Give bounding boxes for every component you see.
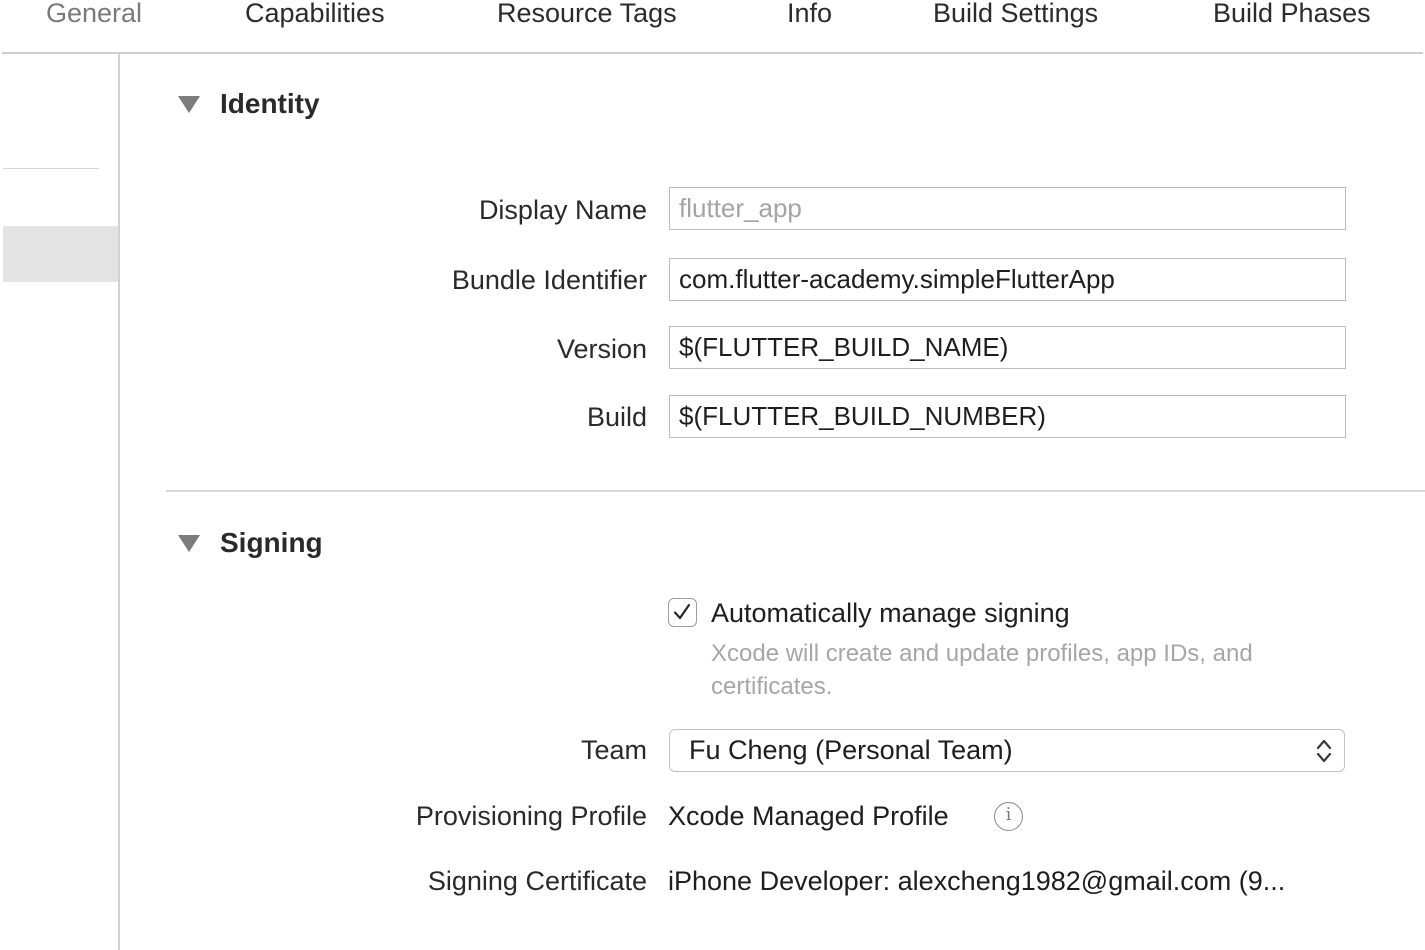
info-circle-icon[interactable]: i [994,802,1023,831]
build-label: Build [586,402,647,432]
disclosure-triangle-down-icon[interactable] [178,95,200,113]
team-popup[interactable]: Fu Cheng (Personal Team) [669,729,1345,772]
tab-build-settings[interactable]: Build Settings [933,0,1098,29]
identity-section-header[interactable]: Identity [178,88,320,120]
provisioning-profile-label: Provisioning Profile [415,801,647,831]
signing-certificate-label: Signing Certificate [427,866,647,896]
signing-certificate-value: iPhone Developer: alexcheng1982@gmail.co… [668,866,1286,896]
chevron-up-down-icon [1316,739,1332,763]
tab-capabilities[interactable]: Capabilities [245,0,385,29]
identity-title: Identity [220,88,320,119]
build-field[interactable] [669,395,1346,438]
bundle-identifier-label: Bundle Identifier [451,265,647,295]
display-name-field[interactable] [669,187,1346,230]
version-label: Version [556,334,647,364]
bundle-identifier-field[interactable] [669,258,1346,301]
version-field[interactable] [669,326,1346,369]
provisioning-profile-value: Xcode Managed Profile [668,801,949,831]
team-popup-value: Fu Cheng (Personal Team) [689,735,1013,765]
team-label: Team [580,735,647,765]
tab-general[interactable]: General [46,0,142,29]
tab-info[interactable]: Info [787,0,832,29]
sidebar-selected-target[interactable] [3,226,119,282]
tab-bar: General Capabilities Resource Tags Info … [0,0,1425,52]
sidebar-divider [3,168,99,169]
targets-sidebar [0,54,119,950]
display-name-label: Display Name [478,195,647,225]
auto-manage-signing-checkbox[interactable] [668,598,697,627]
signing-title: Signing [220,527,323,558]
auto-manage-signing-label[interactable]: Automatically manage signing [711,598,1070,629]
sidebar-border [118,54,120,950]
auto-manage-signing-help-text: Xcode will create and update profiles, a… [711,640,1253,700]
signing-section-header[interactable]: Signing [178,527,323,559]
section-divider [166,490,1425,492]
tab-bar-divider [2,52,1423,54]
disclosure-triangle-down-icon[interactable] [178,534,200,552]
tab-build-phases[interactable]: Build Phases [1213,0,1371,29]
tab-resource-tags[interactable]: Resource Tags [497,0,677,29]
checkmark-icon [673,603,691,620]
